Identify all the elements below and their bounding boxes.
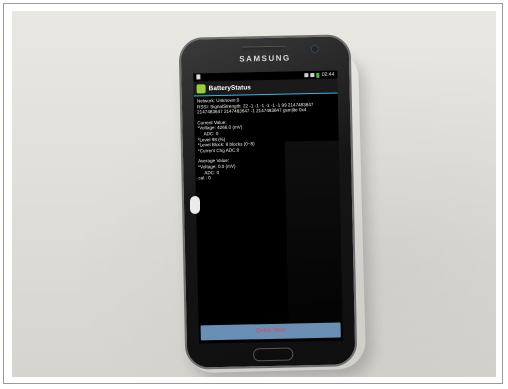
battery-info: Network: Unknown:0 RSSI: SignalStrength:…: [197, 96, 338, 182]
quick-start-button[interactable]: Quick Start: [200, 322, 341, 341]
earpiece-speaker: [241, 45, 286, 51]
signal-icon: [310, 72, 315, 78]
photo: SAMSUNG 02:44 BatteryStatus Network: Unk…: [12, 11, 496, 377]
app-title: BatteryStatus: [208, 83, 251, 92]
front-camera-icon: [310, 44, 319, 54]
app-title-bar: BatteryStatus: [193, 78, 338, 97]
phone-screen[interactable]: 02:44 BatteryStatus Network: Unknown:0 R…: [193, 70, 343, 344]
status-time: 02:44: [321, 71, 335, 78]
smartphone: SAMSUNG 02:44 BatteryStatus Network: Unk…: [178, 34, 358, 370]
notification-icon: [196, 74, 201, 80]
wifi-icon: [304, 73, 309, 78]
home-button[interactable]: [253, 347, 294, 362]
brand-logo: SAMSUNG: [239, 53, 291, 64]
light-glare: [190, 196, 200, 214]
photo-frame: SAMSUNG 02:44 BatteryStatus Network: Unk…: [3, 3, 503, 384]
battery-icon: [316, 72, 320, 78]
android-icon: [196, 83, 206, 93]
